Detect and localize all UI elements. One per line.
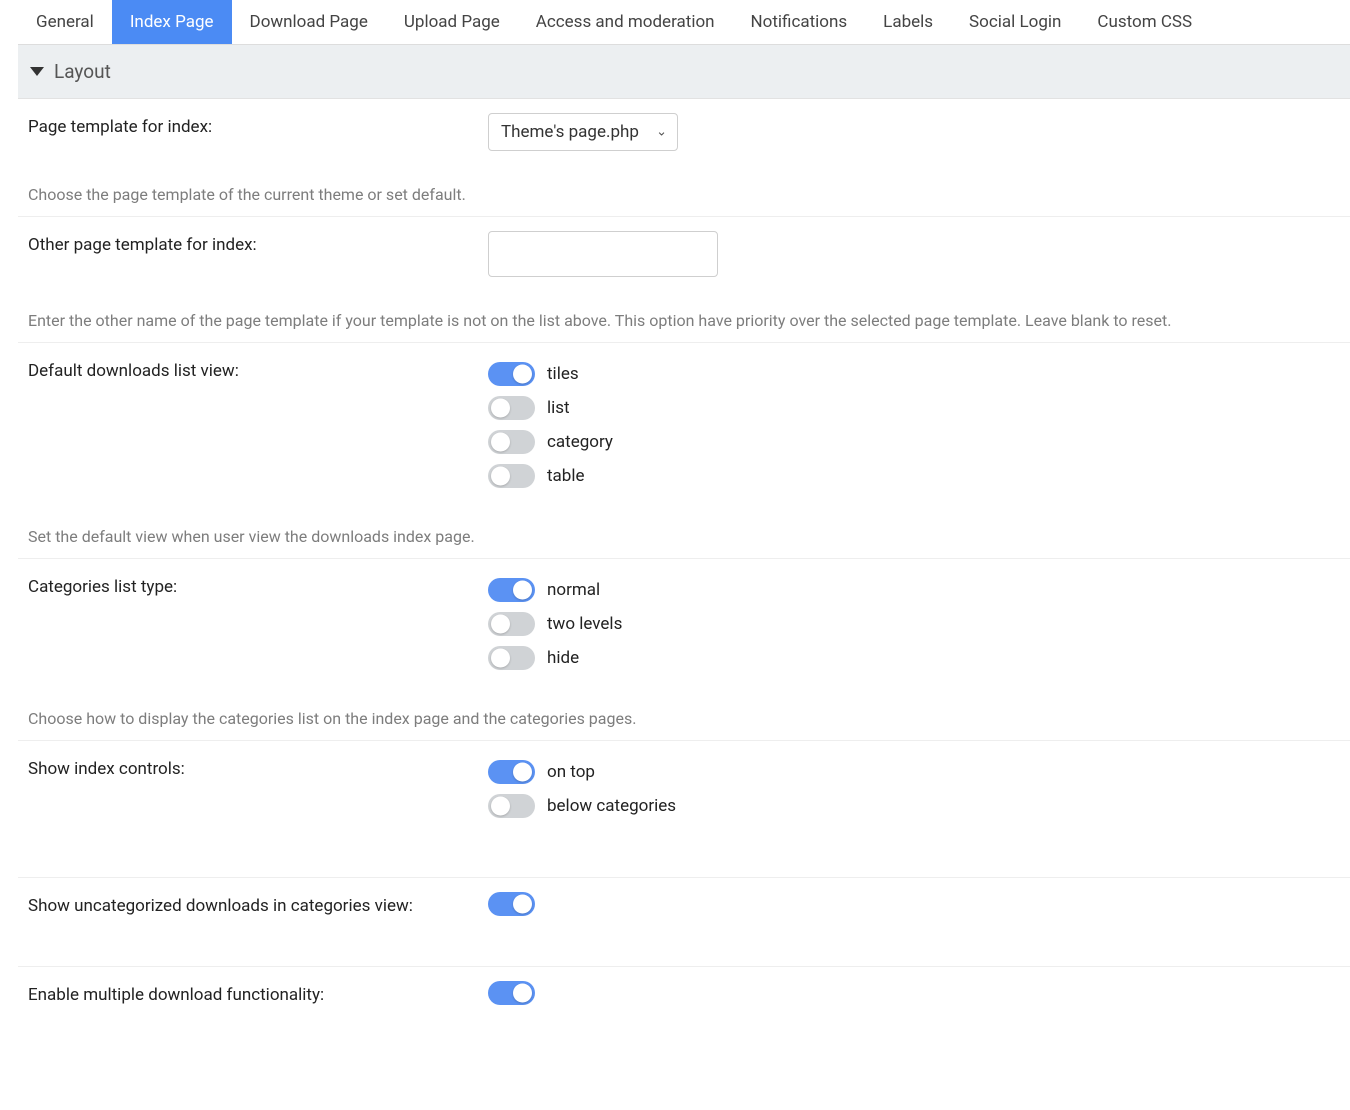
setting-control: tiles list category table [488, 357, 1340, 507]
setting-show-uncategorized: Show uncategorized downloads in categori… [18, 878, 1350, 967]
setting-label: Show index controls: [28, 755, 488, 837]
toggle-knob [513, 984, 532, 1003]
toggle-label: category [547, 432, 613, 452]
setting-control [488, 231, 1340, 291]
toggle-row-on-top: on top [488, 755, 1340, 789]
setting-label: Categories list type: [28, 573, 488, 689]
setting-default-view: Default downloads list view: tiles list … [18, 343, 1350, 559]
toggle-two-levels[interactable] [488, 612, 535, 636]
tab-bar: General Index Page Download Page Upload … [18, 0, 1350, 45]
select-value: Theme's page.php [501, 122, 639, 142]
toggle-below-categories[interactable] [488, 794, 535, 818]
toggle-label: table [547, 466, 585, 486]
toggle-label: tiles [547, 364, 579, 384]
toggle-normal[interactable] [488, 578, 535, 602]
setting-control: Theme's page.php ⌄ [488, 113, 1340, 165]
toggle-knob [491, 615, 510, 634]
tab-upload-page[interactable]: Upload Page [386, 0, 518, 44]
toggle-show-uncategorized[interactable] [488, 892, 535, 916]
toggle-enable-multi[interactable] [488, 981, 535, 1005]
toggle-list[interactable] [488, 396, 535, 420]
toggle-row-table: table [488, 459, 1340, 493]
page-template-select[interactable]: Theme's page.php ⌄ [488, 113, 678, 151]
setting-control: normal two levels hide [488, 573, 1340, 689]
toggle-category[interactable] [488, 430, 535, 454]
section-title: Layout [54, 60, 111, 83]
setting-help: Enter the other name of the page templat… [28, 291, 1340, 342]
toggle-label: hide [547, 648, 579, 668]
toggle-row-normal: normal [488, 573, 1340, 607]
toggle-row-category: category [488, 425, 1340, 459]
setting-index-controls: Show index controls: on top below catego… [18, 741, 1350, 878]
toggle-table[interactable] [488, 464, 535, 488]
toggle-label: normal [547, 580, 600, 600]
toggle-row-list: list [488, 391, 1340, 425]
setting-label: Other page template for index: [28, 231, 488, 291]
tab-labels[interactable]: Labels [865, 0, 951, 44]
setting-categories-type: Categories list type: normal two levels … [18, 559, 1350, 741]
chevron-down-icon: ⌄ [656, 125, 667, 140]
tab-custom-css[interactable]: Custom CSS [1079, 0, 1210, 44]
tab-general[interactable]: General [18, 0, 112, 44]
toggle-label: on top [547, 762, 595, 782]
tab-access-moderation[interactable]: Access and moderation [518, 0, 733, 44]
setting-label: Page template for index: [28, 113, 488, 165]
setting-control [488, 892, 1340, 930]
toggle-knob [491, 399, 510, 418]
setting-page-template: Page template for index: Theme's page.ph… [18, 99, 1350, 217]
setting-help: Choose the page template of the current … [28, 165, 1340, 216]
tab-index-page[interactable]: Index Page [112, 0, 232, 44]
toggle-row-hide: hide [488, 641, 1340, 675]
other-template-input[interactable] [488, 231, 718, 277]
tab-notifications[interactable]: Notifications [733, 0, 866, 44]
toggle-knob [491, 467, 510, 486]
setting-help: Choose how to display the categories lis… [28, 689, 1340, 740]
toggle-hide[interactable] [488, 646, 535, 670]
toggle-knob [491, 797, 510, 816]
toggle-label: list [547, 398, 570, 418]
setting-enable-multi: Enable multiple download functionality: [18, 967, 1350, 1019]
toggle-knob [513, 763, 532, 782]
setting-control: on top below categories [488, 755, 1340, 837]
setting-label: Default downloads list view: [28, 357, 488, 507]
toggle-label: below categories [547, 796, 676, 816]
setting-control [488, 981, 1340, 1019]
toggle-knob [491, 649, 510, 668]
page-root: General Index Page Download Page Upload … [0, 0, 1350, 1019]
toggle-row-below-categories: below categories [488, 789, 1340, 823]
section-layout-header[interactable]: Layout [18, 45, 1350, 99]
toggle-row-tiles: tiles [488, 357, 1340, 391]
setting-label: Show uncategorized downloads in categori… [28, 892, 488, 930]
toggle-on-top[interactable] [488, 760, 535, 784]
toggle-tiles[interactable] [488, 362, 535, 386]
tab-social-login[interactable]: Social Login [951, 0, 1079, 44]
toggle-label: two levels [547, 614, 622, 634]
setting-label: Enable multiple download functionality: [28, 981, 488, 1019]
tab-download-page[interactable]: Download Page [232, 0, 386, 44]
setting-help: Set the default view when user view the … [28, 507, 1340, 558]
caret-down-icon [30, 67, 44, 76]
toggle-knob [513, 895, 532, 914]
toggle-knob [513, 365, 532, 384]
toggle-row-two-levels: two levels [488, 607, 1340, 641]
setting-other-template: Other page template for index: Enter the… [18, 217, 1350, 343]
toggle-knob [513, 581, 532, 600]
toggle-knob [491, 433, 510, 452]
